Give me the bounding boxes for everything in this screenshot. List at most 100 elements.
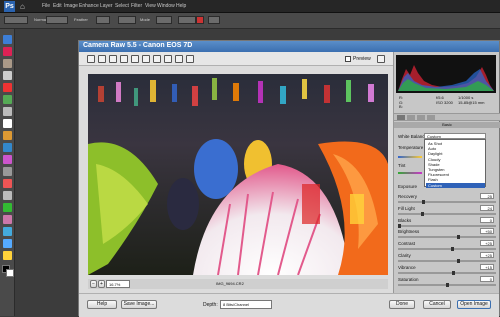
slider-value-field[interactable]: +25: [480, 252, 494, 258]
slider-thumb[interactable]: [398, 223, 401, 228]
slider-track[interactable]: [398, 282, 496, 287]
wb-option-selected[interactable]: Custom: [426, 182, 485, 188]
depth-select[interactable]: 8 Bits/Channel: [220, 300, 272, 309]
menu-view[interactable]: View: [145, 3, 156, 9]
tab-hsl-icon[interactable]: [427, 115, 435, 120]
tab-detail-icon[interactable]: [417, 115, 425, 120]
zoom-in-button[interactable]: +: [98, 280, 105, 288]
tab-basic-icon[interactable]: [397, 115, 405, 120]
tint-slider[interactable]: [398, 172, 422, 174]
menu-filter[interactable]: Filter: [131, 3, 142, 9]
menu-file[interactable]: File: [42, 3, 50, 9]
rotate-left-icon[interactable]: [175, 55, 183, 63]
slider-thumb[interactable]: [445, 282, 449, 287]
fullscreen-icon[interactable]: [377, 55, 385, 63]
open-image-button[interactable]: Open Image: [457, 300, 491, 309]
slider-value-field[interactable]: 24: [480, 204, 494, 211]
option-control[interactable]: [118, 16, 136, 24]
slider-thumb[interactable]: [456, 259, 460, 263]
camera-raw-dialog: Camera Raw 5.5 - Canon EOS 7D Preview − …: [78, 40, 500, 317]
preferences-icon[interactable]: [164, 55, 172, 63]
hand-icon[interactable]: [98, 55, 106, 63]
menu-image[interactable]: Image: [64, 3, 78, 9]
lasso-tool-icon[interactable]: [3, 95, 12, 104]
slider-track[interactable]: [398, 200, 496, 204]
marquee-tool-icon[interactable]: [3, 83, 12, 92]
slider-track[interactable]: [398, 247, 496, 252]
section-header: Basic: [394, 122, 500, 128]
slider-value-field[interactable]: +15: [480, 263, 494, 270]
color-sampler-icon[interactable]: [120, 55, 128, 63]
tab-tone-curve-icon[interactable]: [407, 115, 415, 120]
slider-thumb[interactable]: [420, 211, 424, 216]
slider-label: Saturation: [398, 276, 419, 282]
slider-thumb[interactable]: [451, 247, 455, 252]
home-icon[interactable]: ⌂: [20, 2, 29, 11]
slider-track[interactable]: [398, 235, 496, 240]
gradient-tool-icon[interactable]: [3, 215, 12, 224]
slider-track[interactable]: [398, 211, 496, 216]
mode-input[interactable]: [156, 16, 172, 24]
slider-track[interactable]: [398, 259, 496, 263]
blur-tool-icon[interactable]: [3, 239, 12, 248]
clone-stamp-icon[interactable]: [3, 167, 12, 176]
rotate-right-icon[interactable]: [186, 55, 194, 63]
mode-select[interactable]: [46, 16, 68, 24]
image-preview[interactable]: [88, 74, 388, 275]
slider-value-field[interactable]: +25: [480, 240, 494, 247]
slider-value-field[interactable]: 25: [480, 193, 494, 199]
type-tool-icon[interactable]: [3, 119, 12, 128]
move-tool-icon[interactable]: [3, 35, 12, 44]
slider-thumb[interactable]: [456, 235, 460, 240]
menu-layer[interactable]: Layer: [100, 3, 113, 9]
temperature-slider[interactable]: [398, 156, 422, 158]
menu-select[interactable]: Select: [115, 3, 129, 9]
option-control[interactable]: [208, 16, 220, 24]
eyedropper-tool-icon[interactable]: [3, 71, 12, 80]
slider-track[interactable]: [398, 270, 496, 275]
slider-track[interactable]: [398, 223, 496, 228]
background-color-swatch[interactable]: [6, 269, 14, 277]
crop-tool-icon[interactable]: [3, 131, 12, 140]
zoom-level-select[interactable]: 16.7%: [106, 280, 130, 288]
slider-value-field[interactable]: 0: [480, 275, 494, 282]
zoom-tool-icon[interactable]: [3, 47, 12, 56]
preview-checkbox[interactable]: [345, 56, 351, 62]
slider-value-field[interactable]: 0: [480, 216, 494, 223]
sponge-tool-icon[interactable]: [3, 251, 12, 260]
feather-input[interactable]: [96, 16, 110, 24]
menu-bar: Ps ⌂ File Edit Image Enhance Layer Selec…: [0, 0, 500, 13]
healing-brush-icon[interactable]: [3, 155, 12, 164]
menu-edit[interactable]: Edit: [53, 3, 62, 9]
slider-thumb[interactable]: [421, 200, 425, 204]
red-eye-icon[interactable]: [153, 55, 161, 63]
done-button[interactable]: Done: [389, 300, 415, 309]
paint-bucket-icon[interactable]: [3, 203, 12, 212]
slider-label: Recovery: [398, 194, 418, 199]
straighten-icon[interactable]: [142, 55, 150, 63]
dialog-titlebar[interactable]: Camera Raw 5.5 - Canon EOS 7D: [79, 41, 499, 52]
brush-tool-icon[interactable]: [3, 179, 12, 188]
zoom-out-button[interactable]: −: [90, 280, 97, 288]
help-button[interactable]: Help: [87, 300, 117, 309]
menu-help[interactable]: Help: [176, 3, 186, 9]
tool-preset-picker[interactable]: [4, 16, 28, 24]
menu-enhance[interactable]: Enhance: [79, 3, 99, 9]
menu-window[interactable]: Window: [157, 3, 175, 9]
refine-edge-button[interactable]: [178, 16, 196, 24]
dialog-footer: Help Save Image... Depth: 8 Bits/Channel…: [79, 293, 499, 317]
white-balance-icon[interactable]: [109, 55, 117, 63]
slider-value-field[interactable]: +50: [480, 228, 494, 235]
eraser-tool-icon[interactable]: [3, 191, 12, 200]
options-bar: Normal Feather Mode: [0, 13, 500, 29]
save-image-button[interactable]: Save Image...: [121, 300, 157, 309]
cancel-button[interactable]: Cancel: [423, 300, 451, 309]
slider-thumb[interactable]: [452, 270, 456, 275]
color-swatch[interactable]: [196, 16, 204, 24]
crop-icon[interactable]: [131, 55, 139, 63]
zoom-icon[interactable]: [87, 55, 95, 63]
shape-tool-icon[interactable]: [3, 227, 12, 236]
red-eye-tool-icon[interactable]: [3, 143, 12, 152]
hand-tool-icon[interactable]: [3, 59, 12, 68]
magic-wand-tool-icon[interactable]: [3, 107, 12, 116]
